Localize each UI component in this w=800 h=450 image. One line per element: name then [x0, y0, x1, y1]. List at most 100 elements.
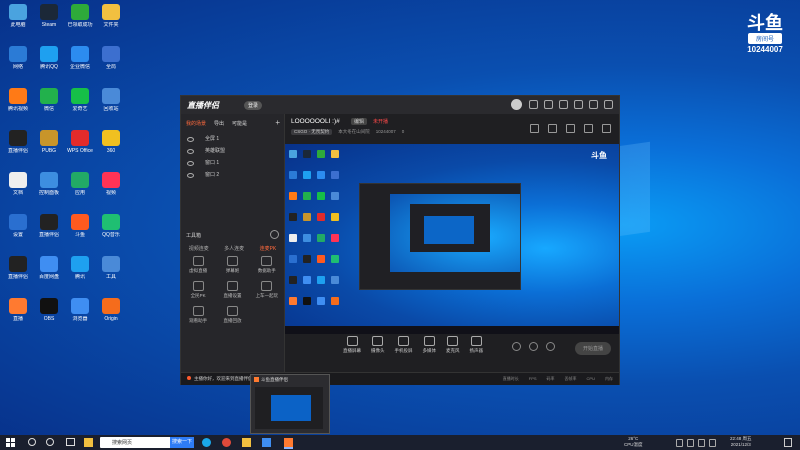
- control-phone[interactable]: 手机投屏: [395, 336, 413, 354]
- tool-item[interactable]: 弹幕姬: [215, 256, 249, 274]
- mode-pk[interactable]: 连麦PK: [260, 245, 277, 252]
- source-item[interactable]: 窗口 2: [181, 169, 284, 181]
- control-media[interactable]: 多媒体: [423, 336, 437, 354]
- desktop-icon[interactable]: 工具: [96, 256, 126, 286]
- desktop-icon[interactable]: 浏览器: [65, 298, 95, 328]
- desktop-icon[interactable]: 腾讯QQ: [34, 46, 64, 76]
- desktop-icon[interactable]: 文档: [3, 172, 33, 202]
- desktop-icon[interactable]: 此电脑: [3, 4, 33, 34]
- search-icon[interactable]: [28, 438, 36, 446]
- desktop-icon[interactable]: 回收站: [96, 88, 126, 118]
- source-item[interactable]: 英雄联盟: [181, 145, 284, 157]
- desktop-icon[interactable]: 百度网盘: [34, 256, 64, 286]
- notification-icon[interactable]: [784, 438, 792, 447]
- mode-video-link[interactable]: 视频连麦: [189, 245, 209, 252]
- desktop-icon[interactable]: 视频: [96, 172, 126, 202]
- tool-item[interactable]: 直播设置: [215, 281, 249, 299]
- control-camera[interactable]: 摄像头: [371, 336, 385, 354]
- control-screen[interactable]: 直播屏幕: [343, 336, 361, 354]
- chrome-icon[interactable]: [222, 438, 231, 447]
- folder-icon[interactable]: [84, 438, 93, 447]
- control-speaker[interactable]: 扬声器: [470, 336, 484, 354]
- explorer-icon[interactable]: [242, 438, 251, 447]
- ime-icon[interactable]: [709, 439, 716, 447]
- tool-item[interactable]: 全民PK: [181, 281, 215, 299]
- desktop-icon[interactable]: 腾讯: [65, 256, 95, 286]
- desktop-icon[interactable]: OBS: [34, 298, 64, 328]
- lock-icon[interactable]: [548, 124, 557, 133]
- cortana-icon[interactable]: [46, 438, 54, 446]
- desktop-icon[interactable]: 控制面板: [34, 172, 64, 202]
- tool-item[interactable]: 上车一起玩: [250, 281, 284, 299]
- user-avatar[interactable]: [511, 99, 522, 110]
- mode-multi-link[interactable]: 多人连麦: [224, 245, 244, 252]
- settings-icon[interactable]: [544, 100, 553, 109]
- taskbar-thumbnail-preview[interactable]: 斗鱼直播伴侣: [250, 374, 330, 434]
- desktop-icon[interactable]: 应用: [65, 172, 95, 202]
- start-icon[interactable]: [6, 438, 15, 447]
- streaming-app-window[interactable]: 直播伴侣 登录 我的场景 导出 可能是 + 全屏 1 英雄联盟 窗口 1 窗口 …: [180, 95, 620, 385]
- tab-my-scenes[interactable]: 我的场景: [186, 120, 206, 127]
- category-badge[interactable]: CSGO · 无畏契约: [291, 129, 333, 135]
- collapse-icon[interactable]: [270, 230, 279, 239]
- go-live-button[interactable]: 开始直播: [574, 342, 611, 355]
- close-icon[interactable]: [604, 100, 613, 109]
- record-icon[interactable]: [512, 342, 521, 351]
- desktop-icon[interactable]: 文件夹: [96, 4, 126, 34]
- desktop-icon[interactable]: WPS Office: [65, 130, 95, 160]
- desktop-icon[interactable]: 设置: [3, 214, 33, 244]
- desktop-icon[interactable]: 直播伴侣: [3, 130, 33, 160]
- network-icon[interactable]: [676, 439, 683, 447]
- desktop-icon[interactable]: 斗鱼: [65, 214, 95, 244]
- menu-icon[interactable]: [559, 100, 568, 109]
- share-icon[interactable]: [602, 124, 611, 133]
- desktop-icon[interactable]: 360: [96, 130, 126, 160]
- battery-icon[interactable]: [698, 439, 705, 447]
- tool-item[interactable]: 数据助手: [250, 256, 284, 274]
- tool-item[interactable]: 直播回放: [215, 306, 249, 324]
- task-view-icon[interactable]: [66, 438, 75, 446]
- login-badge[interactable]: 登录: [244, 101, 263, 110]
- source-item[interactable]: 全屏 1: [181, 133, 284, 145]
- add-source-icon[interactable]: +: [275, 118, 280, 127]
- tab-export[interactable]: 导出: [214, 120, 224, 127]
- weather-widget[interactable]: 26°C CPU温度: [624, 436, 643, 448]
- desktop-icon[interactable]: 企业微信: [65, 46, 95, 76]
- desktop-icon[interactable]: 直播: [3, 298, 33, 328]
- volume-icon[interactable]: [687, 439, 694, 447]
- search-input[interactable]: 搜索网页 搜索一下: [100, 437, 194, 448]
- desktop-icon[interactable]: PUBG: [34, 130, 64, 160]
- desktop-icon[interactable]: 全局: [96, 46, 126, 76]
- control-mic[interactable]: 麦克风: [446, 336, 460, 354]
- tool-item[interactable]: 观看助手: [181, 306, 215, 324]
- desktop-icon[interactable]: QQ音乐: [96, 214, 126, 244]
- app-icon[interactable]: [262, 438, 271, 447]
- desktop-icon[interactable]: 微信: [34, 88, 64, 118]
- stream-preview[interactable]: 斗鱼: [285, 144, 619, 334]
- message-icon[interactable]: [529, 100, 538, 109]
- tab-other[interactable]: 可能是: [232, 120, 247, 127]
- streaming-app-taskbar-icon[interactable]: [284, 438, 293, 449]
- desktop-icon[interactable]: 直播伴侣: [3, 256, 33, 286]
- edge-icon[interactable]: [202, 438, 211, 447]
- gear-icon[interactable]: [546, 342, 555, 351]
- clock[interactable]: 22:48 周五 2021/12/3: [730, 436, 752, 448]
- trash-icon[interactable]: [530, 124, 539, 133]
- desktop-icon[interactable]: 爱奇艺: [65, 88, 95, 118]
- tool-item[interactable]: 虚拟直播: [181, 256, 215, 274]
- bell-icon[interactable]: [584, 124, 593, 133]
- desktop-icon[interactable]: 直播伴侣: [34, 214, 64, 244]
- mute-icon[interactable]: [529, 342, 538, 351]
- desktop-icon[interactable]: 已领取成功: [65, 4, 95, 34]
- desktop-icon[interactable]: 网络: [3, 46, 33, 76]
- search-button[interactable]: 搜索一下: [170, 437, 194, 448]
- app-titlebar[interactable]: 直播伴侣 登录: [181, 96, 619, 114]
- desktop-icon[interactable]: Origin: [96, 298, 126, 328]
- screenshot-icon[interactable]: [566, 124, 575, 133]
- minimize-icon[interactable]: [574, 100, 583, 109]
- edit-button[interactable]: 编辑: [351, 118, 368, 125]
- desktop-icon[interactable]: 腾讯视频: [3, 88, 33, 118]
- maximize-icon[interactable]: [589, 100, 598, 109]
- desktop-icon[interactable]: Steam: [34, 4, 64, 34]
- source-item[interactable]: 窗口 1: [181, 157, 284, 169]
